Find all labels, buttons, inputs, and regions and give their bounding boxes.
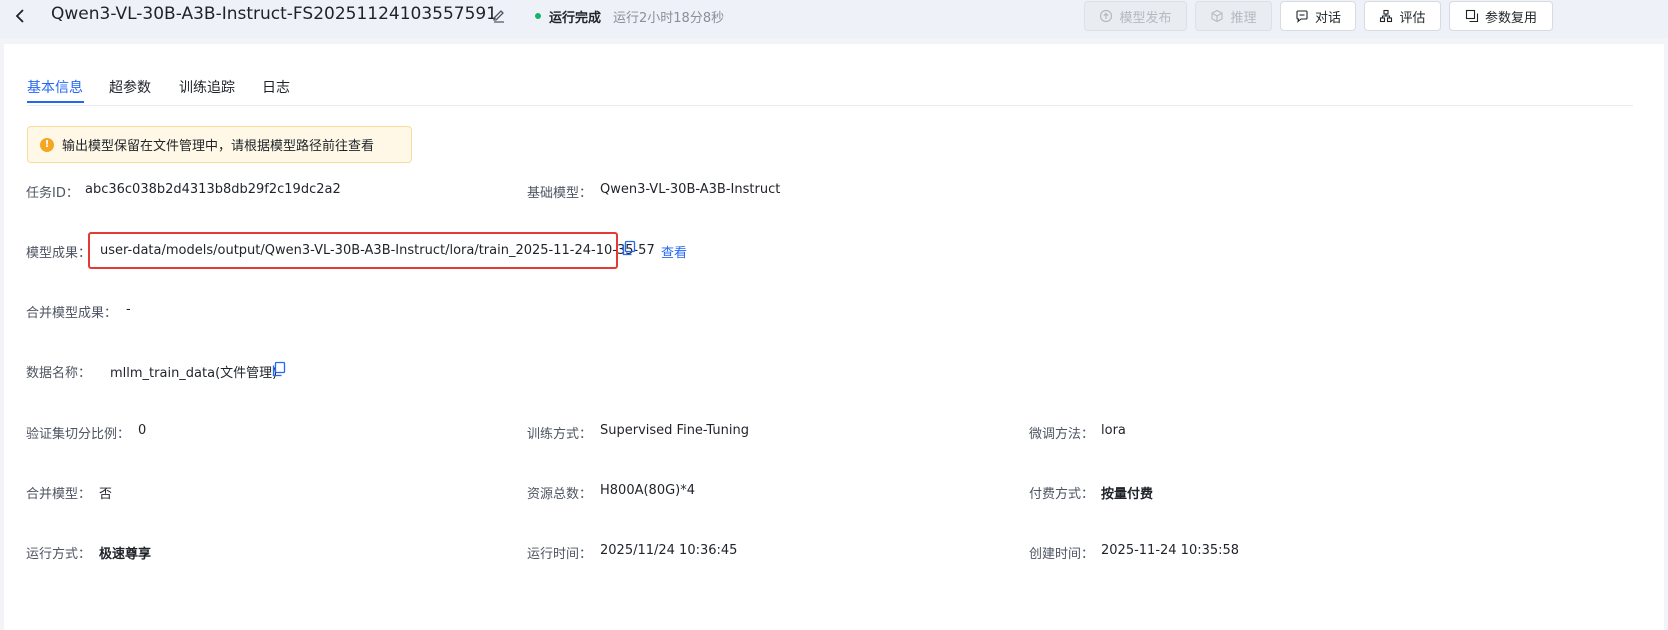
data-name-label: 数据名称：	[26, 366, 92, 381]
run-mode-value: 极速尊享	[99, 547, 152, 562]
tab-logs[interactable]: 日志	[262, 77, 290, 97]
run-duration: 运行2小时18分8秒	[613, 11, 725, 26]
merge-model-label: 合并模型：	[26, 487, 92, 502]
view-output-link[interactable]: 查看	[661, 242, 687, 261]
finetune-method-label: 微调方法：	[1029, 427, 1095, 442]
hierarchy-icon	[1380, 9, 1393, 23]
train-method-value: Supervised Fine-Tuning	[600, 423, 749, 438]
task-id-value: abc36c038b2d4313b8db29f2c19dc2a2	[85, 182, 341, 197]
created-time-label: 创建时间：	[1029, 547, 1095, 562]
task-id-label: 任务ID：	[26, 186, 79, 201]
finetune-method-value: lora	[1101, 423, 1126, 438]
tab-training-tracking[interactable]: 训练追踪	[179, 77, 235, 97]
status-dot-icon	[535, 13, 541, 19]
alert-text: 输出模型保留在文件管理中，请根据模型路径前往查看	[62, 139, 375, 154]
chat-button[interactable]: 对话	[1280, 1, 1356, 31]
reuse-params-label: 参数复用	[1484, 10, 1537, 26]
run-time-label: 运行时间：	[527, 547, 593, 562]
publish-model-label: 模型发布	[1119, 10, 1172, 26]
run-mode-label: 运行方式：	[26, 547, 92, 562]
publish-model-button[interactable]: 模型发布	[1084, 1, 1187, 31]
cube-icon	[1211, 9, 1224, 23]
resources-label: 资源总数：	[527, 487, 593, 502]
merged-output-value: -	[126, 302, 131, 317]
val-split-label: 验证集切分比例：	[26, 427, 131, 442]
tab-basic-info[interactable]: 基本信息	[27, 77, 83, 97]
active-tab-indicator	[27, 101, 84, 103]
run-time-value: 2025/11/24 10:36:45	[600, 543, 738, 558]
page-title: Qwen3-VL-30B-A3B-Instruct-FS202511241035…	[51, 4, 498, 24]
warning-icon: !	[40, 137, 54, 152]
merged-output-label: 合并模型成果：	[26, 306, 118, 321]
data-name-value: mllm_train_data(文件管理)	[110, 366, 278, 381]
chat-label: 对话	[1314, 10, 1341, 26]
upload-circle-icon	[1100, 9, 1113, 23]
main-card: 基本信息 超参数 训练追踪 日志 ! 输出模型保留在文件管理中，请根据模型路径前…	[4, 44, 1664, 630]
back-arrow-icon[interactable]	[10, 5, 30, 27]
reuse-params-button[interactable]: 参数复用	[1449, 1, 1553, 31]
resources-value: H800A(80G)*4	[600, 483, 696, 498]
edit-icon[interactable]	[491, 7, 509, 25]
base-model-label: 基础模型：	[527, 186, 593, 201]
chat-bubble-icon	[1296, 10, 1308, 23]
inference-button[interactable]: 推理	[1195, 1, 1272, 31]
copy-data-name-icon[interactable]	[271, 361, 287, 377]
evaluate-label: 评估	[1399, 10, 1426, 26]
tab-hyperparameters[interactable]: 超参数	[109, 77, 151, 97]
model-output-path: user-data/models/output/Qwen3-VL-30B-A3B…	[88, 232, 655, 269]
inference-label: 推理	[1230, 10, 1257, 26]
val-split-value: 0	[138, 423, 147, 438]
payment-label: 付费方式：	[1029, 487, 1095, 502]
train-method-label: 训练方式：	[527, 427, 593, 442]
created-time-value: 2025-11-24 10:35:58	[1101, 543, 1240, 558]
base-model-value: Qwen3-VL-30B-A3B-Instruct	[600, 182, 781, 197]
info-alert: ! 输出模型保留在文件管理中，请根据模型路径前往查看	[27, 126, 412, 163]
tab-divider	[27, 105, 1633, 106]
copy-path-icon[interactable]	[621, 240, 637, 256]
evaluate-button[interactable]: 评估	[1364, 1, 1441, 31]
copy-params-icon	[1465, 9, 1479, 23]
merge-model-value: 否	[99, 487, 113, 502]
status-text: 运行完成	[549, 11, 602, 26]
top-bar: Qwen3-VL-30B-A3B-Instruct-FS202511241035…	[0, 0, 1668, 38]
payment-value: 按量付费	[1101, 487, 1154, 502]
model-output-label: 模型成果：	[26, 246, 92, 261]
